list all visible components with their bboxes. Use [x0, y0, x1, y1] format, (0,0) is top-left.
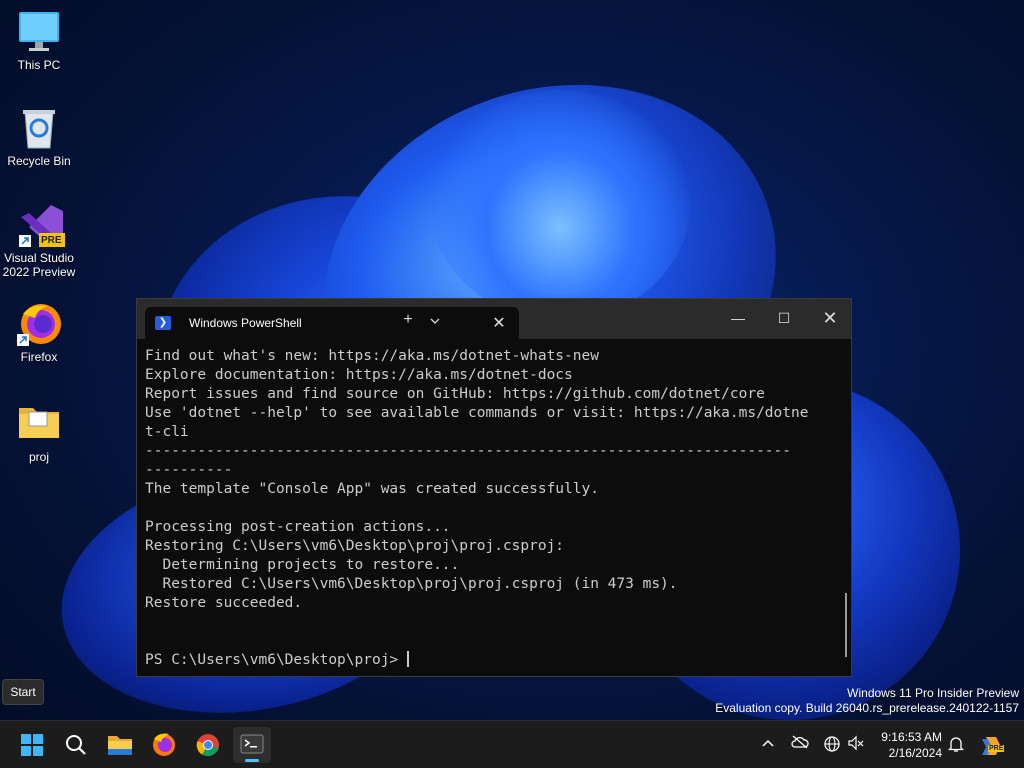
- desktop-icon-label: Visual Studio 2022 Preview: [2, 251, 76, 279]
- close-button[interactable]: ✕: [807, 303, 853, 333]
- console-line: Find out what's new: https://aka.ms/dotn…: [145, 348, 599, 364]
- taskbar: 9:16:53 AM 2/16/2024 PRE: [0, 720, 1024, 768]
- tab-windows-powershell[interactable]: ❯ Windows PowerShell ✕: [145, 307, 519, 339]
- volume-muted-icon: [848, 735, 864, 751]
- system-clock[interactable]: 9:16:53 AM 2/16/2024: [881, 729, 942, 761]
- visual-studio-icon: PRE: [17, 203, 65, 247]
- copilot-pre-badge: PRE: [988, 745, 1005, 752]
- console-line: Determining projects to restore...: [145, 557, 460, 573]
- tab-title: Windows PowerShell: [189, 316, 302, 330]
- title-bar[interactable]: ❯ Windows PowerShell ✕ + — ☐ ✕: [137, 299, 851, 339]
- desktop-icon-label: This PC: [17, 58, 61, 72]
- terminal-taskbar-button[interactable]: [233, 727, 271, 763]
- active-indicator: [245, 759, 259, 762]
- console-prompt[interactable]: PS C:\Users\vm6\Desktop\proj>: [145, 651, 843, 670]
- desktop-icon-label: Firefox: [20, 350, 58, 364]
- start-button[interactable]: [13, 727, 51, 763]
- tab-close-button[interactable]: ✕: [489, 313, 509, 333]
- windows-start-icon: [21, 734, 43, 756]
- network-icon: [824, 736, 840, 752]
- minimize-button[interactable]: —: [715, 303, 761, 333]
- firefox-icon: [17, 302, 61, 346]
- console-line: ----------------------------------------…: [145, 443, 792, 459]
- console-line: ----------: [145, 462, 233, 478]
- monitor-icon: [17, 10, 61, 54]
- terminal-icon: [240, 734, 264, 754]
- search-icon: [66, 735, 86, 755]
- search-button[interactable]: [57, 727, 95, 763]
- console-line: Restore succeeded.: [145, 595, 303, 611]
- console-line: Explore documentation: https://aka.ms/do…: [145, 367, 573, 383]
- desktop-icon-proj-folder[interactable]: proj: [2, 402, 76, 464]
- bell-icon: [947, 737, 965, 752]
- start-tooltip: Start: [2, 679, 44, 705]
- folder-icon: [17, 402, 61, 446]
- console-line: Processing post-creation actions...: [145, 519, 451, 535]
- watermark-line2: Evaluation copy. Build 26040.rs_prerelea…: [715, 701, 1019, 715]
- console-line: Use 'dotnet --help' to see available com…: [145, 405, 809, 421]
- onedrive-tray-button[interactable]: [790, 735, 810, 752]
- firefox-icon: [153, 733, 175, 756]
- powershell-window[interactable]: ❯ Windows PowerShell ✕ + — ☐ ✕ Find out …: [136, 298, 852, 677]
- desktop-icon-label: proj: [28, 450, 49, 464]
- show-hidden-icons-button[interactable]: [758, 735, 778, 751]
- chrome-taskbar-button[interactable]: [189, 727, 227, 763]
- evaluation-watermark: Windows 11 Pro Insider Preview Evaluatio…: [715, 686, 1019, 716]
- file-explorer-icon: [108, 736, 132, 755]
- copilot-button[interactable]: PRE: [980, 735, 1006, 760]
- prompt-text: PS C:\Users\vm6\Desktop\proj>: [145, 652, 407, 668]
- desktop-icon-recycle-bin[interactable]: Recycle Bin: [2, 106, 76, 168]
- chevron-up-icon: [762, 739, 774, 747]
- cloud-icon: [791, 735, 809, 749]
- clock-date: 2/16/2024: [888, 746, 942, 760]
- text-cursor: [406, 651, 409, 667]
- chrome-icon: [196, 734, 219, 757]
- console-line: Report issues and find source on GitHub:…: [145, 386, 765, 402]
- firefox-taskbar-button[interactable]: [145, 727, 183, 763]
- new-tab-button[interactable]: +: [395, 307, 421, 333]
- console-line: The template "Console App" was created s…: [145, 481, 599, 497]
- scrollbar[interactable]: [845, 593, 847, 657]
- console-line: Restored C:\Users\vm6\Desktop\proj\proj.…: [145, 576, 678, 592]
- powershell-icon: ❯: [155, 316, 171, 330]
- desktop-icon-this-pc[interactable]: This PC: [2, 10, 76, 72]
- tab-dropdown-button[interactable]: [423, 307, 447, 333]
- volume-tray-button[interactable]: [846, 735, 866, 754]
- chevron-down-icon: [430, 318, 440, 324]
- desktop-icon-visual-studio[interactable]: PRE Visual Studio 2022 Preview: [2, 203, 76, 279]
- console-line: Restoring C:\Users\vm6\Desktop\proj\proj…: [145, 538, 565, 554]
- console-line: t-cli: [145, 424, 189, 440]
- desktop-icon-firefox[interactable]: Firefox: [2, 302, 76, 364]
- notifications-button[interactable]: [946, 735, 966, 756]
- maximize-button[interactable]: ☐: [761, 303, 807, 333]
- pre-badge: PRE: [41, 235, 62, 246]
- clock-time: 9:16:53 AM: [881, 730, 942, 744]
- watermark-line1: Windows 11 Pro Insider Preview: [847, 686, 1019, 700]
- recycle-bin-icon: [17, 106, 61, 150]
- file-explorer-button[interactable]: [101, 727, 139, 763]
- desktop-icon-label: Recycle Bin: [7, 154, 71, 168]
- console-output[interactable]: Find out what's new: https://aka.ms/dotn…: [137, 339, 851, 676]
- network-tray-button[interactable]: [822, 735, 842, 756]
